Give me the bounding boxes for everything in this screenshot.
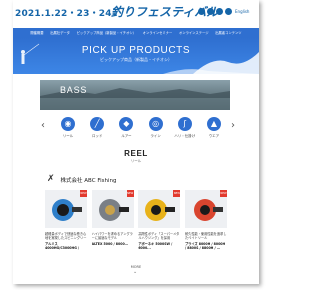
category-label: ハリ・仕掛け (174, 134, 196, 138)
category-label: ロッド (91, 134, 103, 138)
nav-item-stage[interactable]: オンラインステージ (179, 31, 209, 35)
wear-icon: ▲ (206, 117, 221, 131)
reel-icon: ◉ (61, 117, 75, 131)
category-label: ライン (150, 134, 161, 138)
carousel-prev-button[interactable]: ‹ (41, 121, 45, 131)
product-name[interactable]: プライズ 8000H / 8000H / 8800S / 8800H / ... (185, 242, 227, 250)
nav-item-contents[interactable]: 出展者コンテンツ (215, 31, 241, 35)
nav-item-exhibitors[interactable]: 出展社データ (50, 31, 70, 35)
carousel-next-button[interactable]: › (231, 121, 235, 131)
category-item-rod[interactable]: ╱ ロッド (84, 117, 110, 139)
product-list: NEW 超軽量ボディで快適な巻き心地を実現したスピニングリール アルミス 400… (45, 190, 227, 250)
product-description: 高剛性ボディ「スーパーメタルハウジング」を採用 (138, 232, 180, 241)
category-item-line[interactable]: ◎ ライン (143, 117, 169, 139)
language-link[interactable]: English (235, 9, 249, 14)
nav-item-seminar[interactable]: オンラインセミナー (143, 31, 173, 35)
category-label: ウエア (208, 134, 220, 138)
chevron-down-icon[interactable]: ⌄ (133, 270, 137, 275)
new-badge: NEW (80, 190, 87, 197)
product-name[interactable]: ALTEX 5000 / 8000... (92, 242, 134, 250)
page-frame: 2021.1.22・23・24 釣りフェスティバル English 開催概要 出… (13, 0, 259, 284)
new-badge: NEW (173, 190, 181, 197)
product-image[interactable]: NEW (45, 190, 87, 228)
product-description: 超軽量ボディで快適な巻き心地を実現したスピニングリール (45, 232, 87, 241)
category-item-hook[interactable]: ʃ ハリ・仕掛け (172, 117, 198, 139)
event-dates: 2021.1.22・23・24 (15, 9, 112, 19)
banner-label: BASS (60, 85, 88, 95)
instagram-icon[interactable] (216, 8, 223, 15)
hero-waves (21, 43, 259, 74)
hero-banner: PICK UP PRODUCTS ピックアップ商品（新製品・イチオシ） (13, 38, 259, 74)
product-card[interactable]: NEW 耐久性能・使用性能を追求したベイトリール プライズ 8000H / 80… (184, 190, 227, 250)
rod-icon: ╱ (90, 117, 105, 131)
product-name[interactable]: アルミス 4000HG/C3000HG / C2000S / S... (45, 242, 87, 250)
top-bar: 2021.1.22・23・24 釣りフェスティバル English (13, 0, 259, 24)
product-image[interactable]: NEW (138, 190, 181, 228)
new-badge: NEW (126, 190, 134, 197)
section-title: REEL (124, 149, 148, 158)
social-links: English (198, 8, 249, 15)
company-name[interactable]: 株式会社 ABC Fishing (61, 176, 117, 184)
category-label: ルアー (121, 134, 132, 138)
main-nav: 開催概要 出展社データ ピックアップ商品（新製品・イチオシ） オンラインセミナー… (13, 28, 259, 38)
twitter-icon[interactable] (198, 8, 205, 15)
nav-item-overview[interactable]: 開催概要 (30, 31, 43, 35)
page-subtitle: ピックアップ商品（新製品・イチオシ） (100, 57, 172, 62)
product-description: 耐久性能・使用性能を追求したベイトリール (184, 232, 227, 241)
hook-icon: ʃ (177, 117, 192, 131)
product-card[interactable]: NEW 超軽量ボディで快適な巻き心地を実現したスピニングリール アルミス 400… (45, 190, 87, 250)
product-image[interactable]: NEW (184, 190, 227, 228)
product-image[interactable]: NEW (91, 190, 134, 228)
category-item-reel[interactable]: ◉ リール (55, 117, 81, 139)
company-header: ✗ 株式会社 ABC Fishing (47, 175, 116, 184)
company-logo-icon: ✗ (47, 174, 55, 184)
category-banner: BASS (40, 80, 230, 110)
page-title: PICK UP PRODUCTS (81, 45, 191, 56)
category-item-wear[interactable]: ▲ ウエア (201, 117, 227, 139)
product-card[interactable]: NEW ハイパワーを求めるアングラーに最適なモデル ALTEX 5000 / 8… (91, 190, 134, 250)
nav-item-pickup[interactable]: ピックアップ商品（新製品・イチオシ） (77, 31, 136, 35)
new-badge: NEW (219, 190, 227, 197)
category-label: リール (62, 134, 74, 138)
category-carousel: ◉ リール ╱ ロッド ◆ ルアー ◎ ライン ʃ ハリ・仕掛け ▲ ウエア (55, 117, 227, 139)
line-icon: ◎ (148, 117, 163, 131)
product-description: ハイパワーを求めるアングラーに最適なモデル (91, 232, 133, 241)
product-name[interactable]: アポーネキ 5000SW / 6000... (138, 242, 180, 250)
section-subtitle: リール (130, 159, 142, 163)
youtube-icon[interactable] (225, 8, 232, 15)
category-item-lure[interactable]: ◆ ルアー (113, 117, 139, 139)
lure-icon: ◆ (119, 117, 134, 131)
facebook-icon[interactable] (207, 8, 214, 15)
product-card[interactable]: NEW 高剛性ボディ「スーパーメタルハウジング」を採用 アポーネキ 5000SW… (138, 190, 181, 250)
